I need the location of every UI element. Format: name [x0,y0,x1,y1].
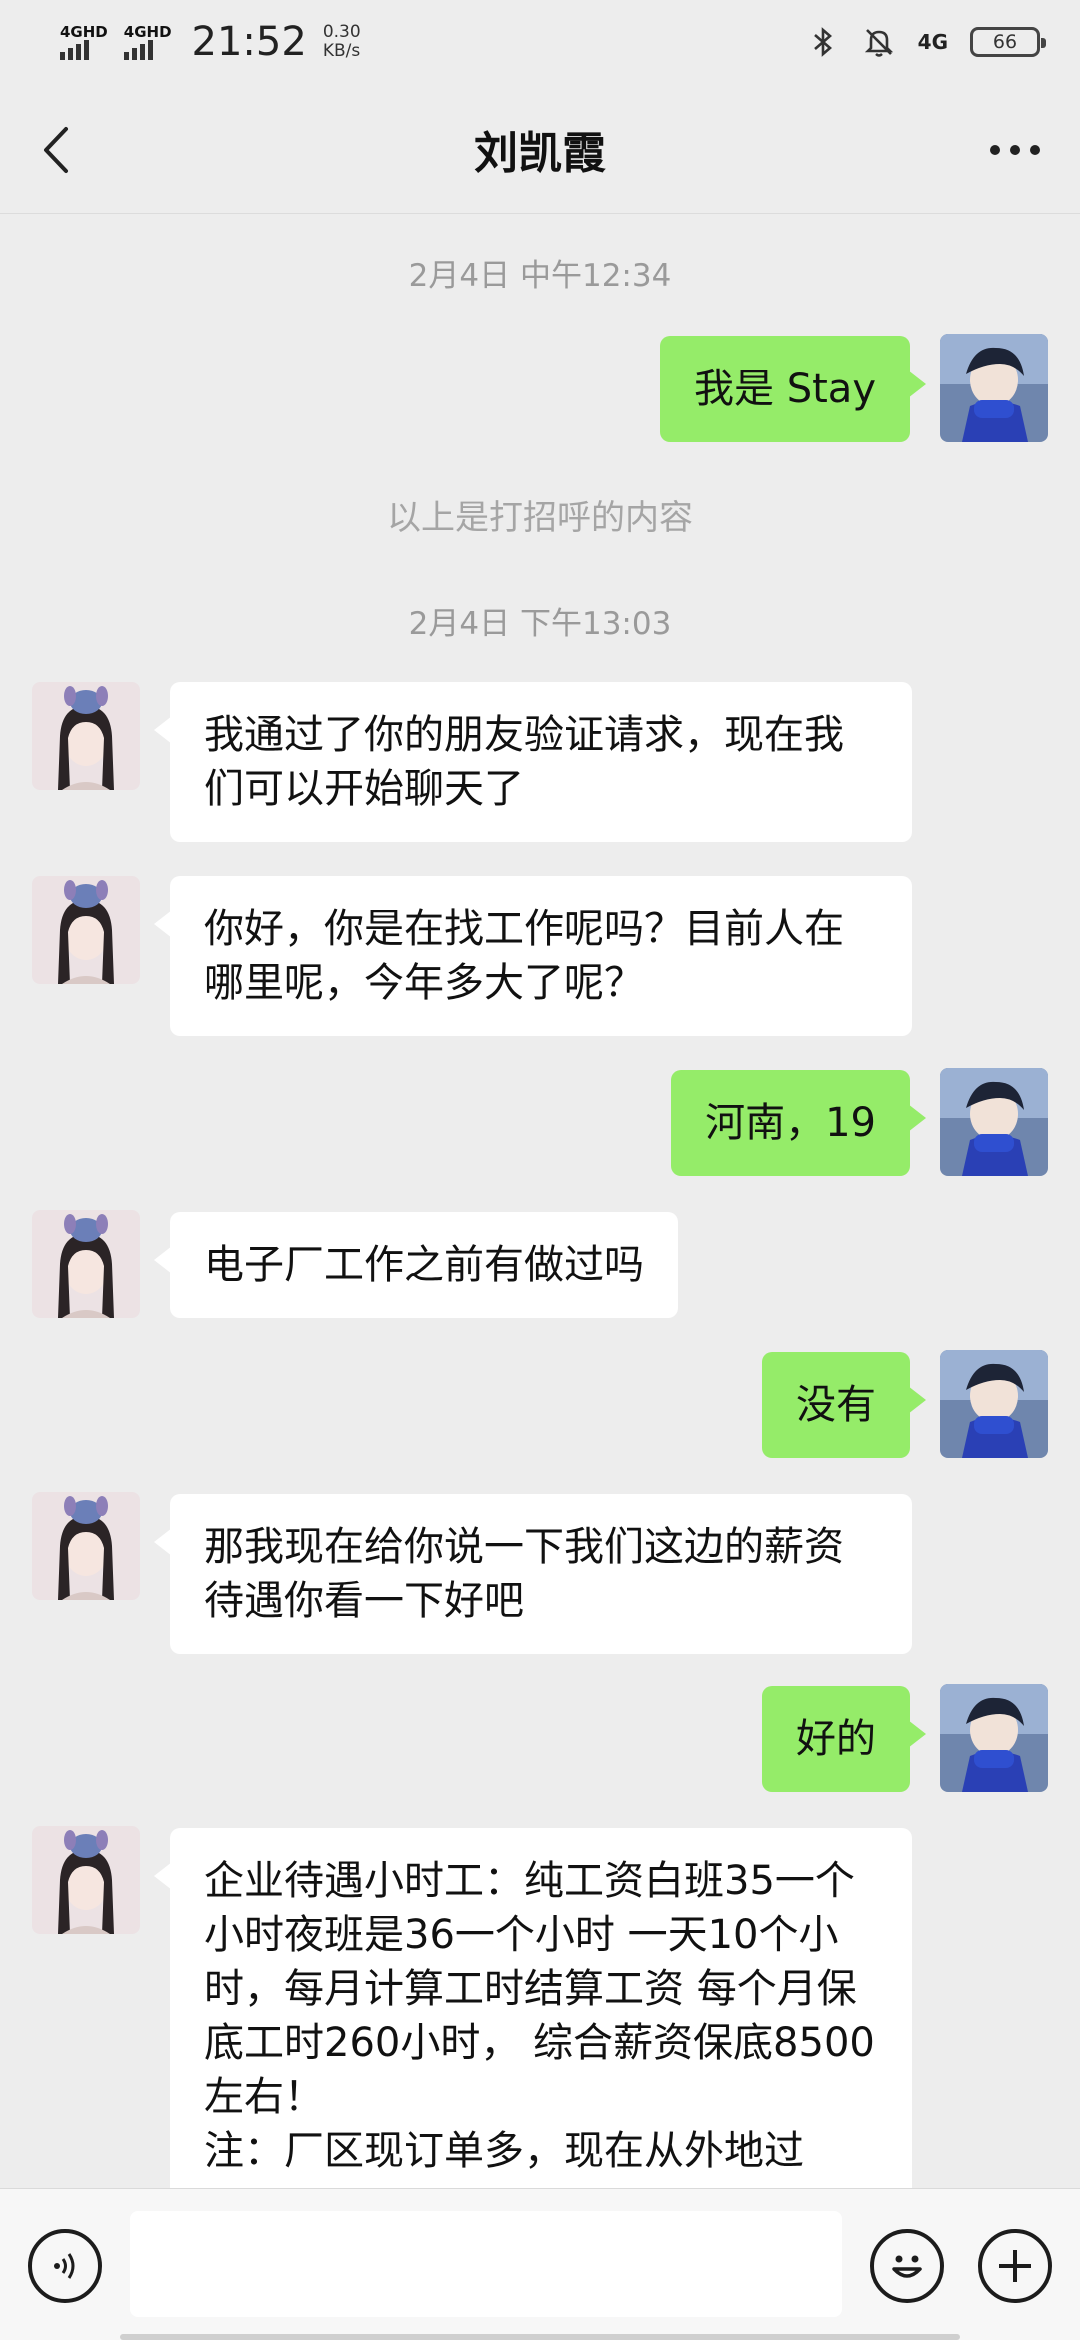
message-bubble-incoming[interactable]: 电子厂工作之前有做过吗 [154,1212,678,1318]
chat-title: 刘凯霞 [474,127,606,179]
signal-1-label: 4GHD [60,23,108,41]
voice-icon [54,2253,75,2279]
message-bubble-outgoing[interactable]: 没有 [762,1352,926,1458]
my-avatar[interactable] [940,1684,1048,1792]
signal-bars-icon [123,40,153,60]
chat-header: 刘凯霞 [0,84,1080,214]
contact-avatar[interactable] [32,682,140,790]
home-indicator [120,2334,960,2340]
my-avatar[interactable] [940,1350,1048,1458]
message-input[interactable] [130,2211,842,2317]
plus-icon [999,2250,1031,2282]
message-bubble-incoming[interactable]: 我通过了你的朋友验证请求，现在我们可以开始聊天了 [154,682,912,842]
message-bubble-outgoing[interactable]: 河南，19 [671,1070,926,1176]
battery-level: 66 [992,31,1018,53]
dot-icon [990,145,1000,155]
contact-avatar[interactable] [32,876,140,984]
signal-bars-icon [60,40,89,60]
battery-icon: 66 [970,27,1046,57]
smiley-icon [892,2255,922,2278]
timestamp: 2月4日 中午12:34 [408,258,672,294]
system-note-greeting: 以上是打招呼的内容 [387,498,693,538]
status-time: 21:52 [191,19,307,65]
message-list[interactable]: 2月4日 中午12:34 我是 Stay 以上是打招呼的内容 2月4日 下午13… [0,214,1080,2188]
voice-input-button[interactable] [28,2229,102,2303]
message-bubble-incoming[interactable]: 企业待遇小时工：纯工资白班35一个小时夜班是36一个小时 一天10个小时，每月计… [154,1828,912,2188]
emoji-button[interactable] [870,2229,944,2303]
my-avatar[interactable] [940,334,1048,442]
my-avatar[interactable] [940,1068,1048,1176]
network-speed-value: 0.30 [322,22,361,42]
more-functions-button[interactable] [978,2229,1052,2303]
contact-avatar[interactable] [32,1492,140,1600]
input-bar [0,2188,1080,2340]
message-bubble-outgoing[interactable]: 我是 Stay [660,336,926,442]
dot-icon [1010,145,1020,155]
contact-avatar[interactable] [32,1210,140,1318]
network-type: 4G [917,30,948,54]
signal-2: 4GHD [123,23,172,60]
timestamp: 2月4日 下午13:03 [408,606,672,642]
dot-icon [1030,145,1040,155]
status-bar: 4GHD 4GHD 21:52 0.30 KB/s 4G 66 [0,0,1080,84]
chevron-left-icon [44,127,68,173]
message-bubble-incoming[interactable]: 那我现在给你说一下我们这边的薪资待遇你看一下好吧 [154,1494,912,1654]
network-speed: 0.30 KB/s [323,23,361,61]
back-button[interactable] [30,122,80,178]
contact-avatar[interactable] [32,1826,140,1934]
message-bubble-outgoing[interactable]: 好的 [762,1686,926,1792]
more-options-button[interactable] [980,122,1050,178]
mute-bell-icon [862,25,896,59]
network-speed-unit: KB/s [322,41,361,61]
signal-2-label: 4GHD [123,23,172,41]
message-bubble-incoming[interactable]: 你好，你是在找工作呢吗？目前人在哪里呢，今年多大了呢？ [154,876,912,1036]
bluetooth-icon [806,25,840,59]
signal-1: 4GHD [60,24,108,60]
